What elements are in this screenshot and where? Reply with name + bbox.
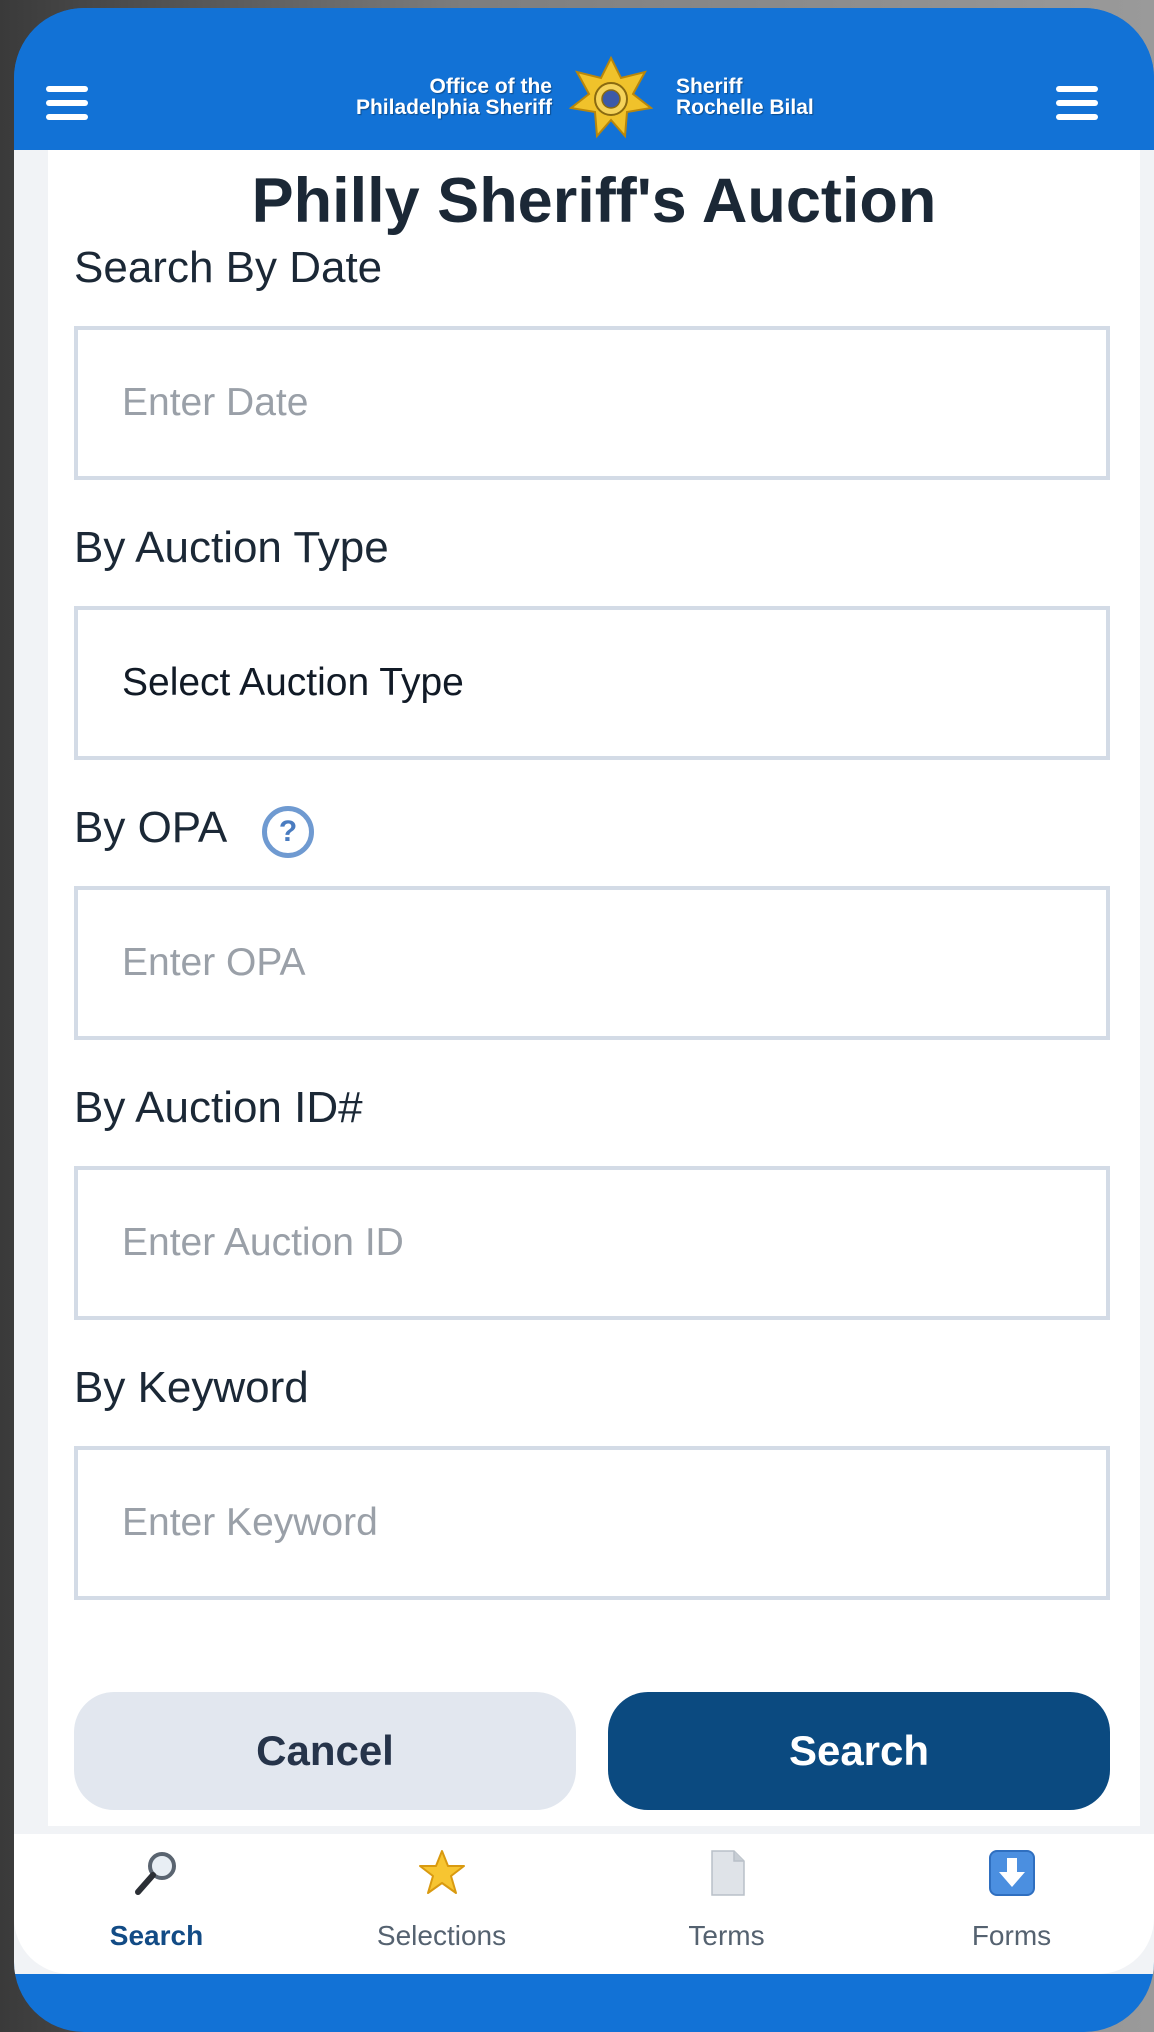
app-header: Office of the Philadelphia Sheriff Sheri… <box>14 8 1154 150</box>
date-input[interactable] <box>74 326 1110 480</box>
logo-left-text: Office of the Philadelphia Sheriff <box>355 75 552 119</box>
nav-item-forms[interactable]: Forms <box>869 1834 1154 1974</box>
menu-icon[interactable] <box>46 86 88 122</box>
question-icon[interactable]: ? <box>262 806 314 858</box>
date-label: Search By Date <box>74 243 383 292</box>
logo-right-text: Sheriff Rochelle Bilal <box>676 75 814 119</box>
nav-item-selections[interactable]: Selections <box>299 1834 584 1974</box>
nav-item-terms[interactable]: Terms <box>584 1834 869 1974</box>
opa-input[interactable] <box>74 886 1110 1040</box>
nav-label-forms: Forms <box>971 1920 1052 1951</box>
magnifier-icon <box>134 1852 176 1895</box>
menu-icon[interactable] <box>1056 86 1098 122</box>
document-icon <box>710 1850 745 1896</box>
auction-id-input[interactable] <box>74 1166 1110 1320</box>
device-frame: Office of the Philadelphia Sheriff Sheri… <box>14 8 1154 2032</box>
keyword-label: By Keyword <box>74 1363 309 1412</box>
star-icon <box>418 1850 465 1894</box>
nav-item-search[interactable]: Search <box>14 1834 299 1974</box>
opa-label: By OPA <box>74 803 228 852</box>
bottom-navigation: Search Selections Terms Forms <box>14 1834 1154 1974</box>
keyword-input[interactable] <box>74 1446 1110 1600</box>
sheriff-logo: Office of the Philadelphia Sheriff Sheri… <box>312 56 852 140</box>
sheriff-star-badge-icon <box>569 56 653 139</box>
auction-type-select[interactable]: Select Auction Type <box>74 606 1110 760</box>
nav-label-terms: Terms <box>688 1920 765 1951</box>
page-title: Philly Sheriff's Auction <box>251 166 937 236</box>
cancel-button[interactable]: Cancel <box>74 1692 576 1810</box>
search-form-card: Philly Sheriff's Auction Search By Date … <box>48 150 1140 1826</box>
nav-label-selections: Selections <box>376 1920 507 1951</box>
nav-label-search: Search <box>109 1920 204 1951</box>
download-icon <box>988 1850 1035 1896</box>
auction-type-label: By Auction Type <box>74 523 389 572</box>
auction-id-label: By Auction ID# <box>74 1083 363 1132</box>
search-button[interactable]: Search <box>608 1692 1110 1810</box>
